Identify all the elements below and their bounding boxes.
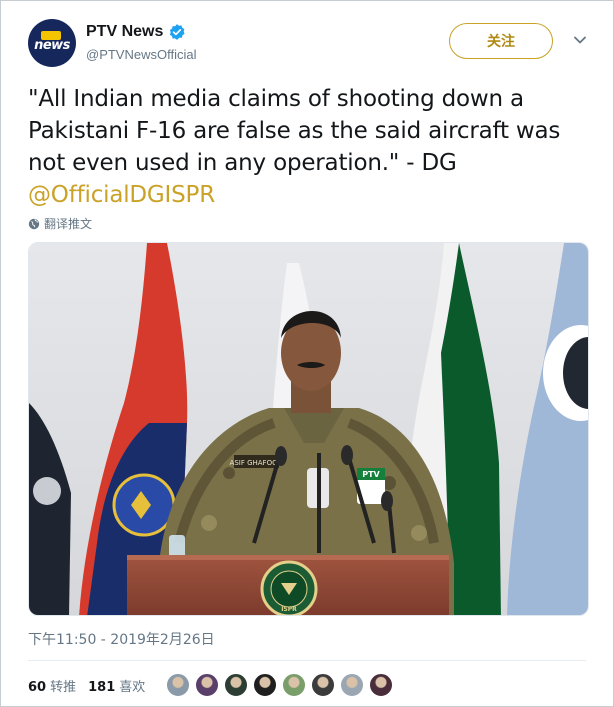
tweet-timestamp[interactable]: 下午11:50 - 2019年2月26日 bbox=[28, 629, 215, 649]
liker-avatar[interactable] bbox=[224, 673, 248, 697]
avatar-logo: news bbox=[34, 38, 70, 53]
globe-icon bbox=[28, 218, 40, 229]
translate-tweet-link[interactable]: 翻译推文 bbox=[28, 215, 92, 232]
chevron-down-icon[interactable] bbox=[573, 33, 587, 47]
account-avatar[interactable]: news bbox=[28, 19, 76, 67]
display-name[interactable]: PTV News bbox=[86, 23, 163, 41]
tweet-photo[interactable]: ASIF GHAFOOR PTV ISPR bbox=[28, 242, 589, 616]
mention-link[interactable]: @OfficialDGISPR bbox=[28, 182, 215, 208]
desk-badge-text: ISPR bbox=[281, 606, 297, 613]
liker-avatar[interactable] bbox=[253, 673, 277, 697]
tweet-text: "All Indian media claims of shooting dow… bbox=[28, 83, 598, 211]
retweets-label: 转推 bbox=[50, 679, 77, 695]
tweet-card: news PTV News @PTVNewsOfficial 关注 "All I… bbox=[0, 0, 614, 707]
tweet-stats: 60 转推 181 喜欢 bbox=[28, 674, 157, 696]
account-handle[interactable]: @PTVNewsOfficial bbox=[86, 47, 196, 62]
liker-avatar[interactable] bbox=[195, 673, 219, 697]
liker-avatar[interactable] bbox=[369, 673, 393, 697]
retweets-count: 60 bbox=[28, 679, 47, 695]
likes-stat[interactable]: 181 喜欢 bbox=[88, 676, 145, 695]
mic-flag-text: PTV bbox=[362, 470, 380, 479]
tweet-body: "All Indian media claims of shooting dow… bbox=[28, 86, 561, 176]
translate-label: 翻译推文 bbox=[44, 217, 93, 231]
tweet-header: news PTV News @PTVNewsOfficial 关注 bbox=[28, 19, 595, 69]
likes-count: 181 bbox=[88, 679, 116, 695]
verified-badge-icon bbox=[170, 24, 185, 40]
liker-avatar[interactable] bbox=[166, 673, 190, 697]
account-name-block: PTV News @PTVNewsOfficial bbox=[86, 21, 196, 62]
liker-avatar[interactable] bbox=[311, 673, 335, 697]
liker-avatars bbox=[166, 673, 398, 697]
press-conference-photo: ASIF GHAFOOR PTV ISPR bbox=[29, 243, 588, 615]
follow-button[interactable]: 关注 bbox=[449, 23, 553, 59]
likes-label: 喜欢 bbox=[119, 679, 146, 695]
retweets-stat[interactable]: 60 转推 bbox=[28, 676, 76, 695]
liker-avatar[interactable] bbox=[282, 673, 306, 697]
liker-avatar[interactable] bbox=[340, 673, 364, 697]
stats-divider-top bbox=[28, 660, 586, 661]
